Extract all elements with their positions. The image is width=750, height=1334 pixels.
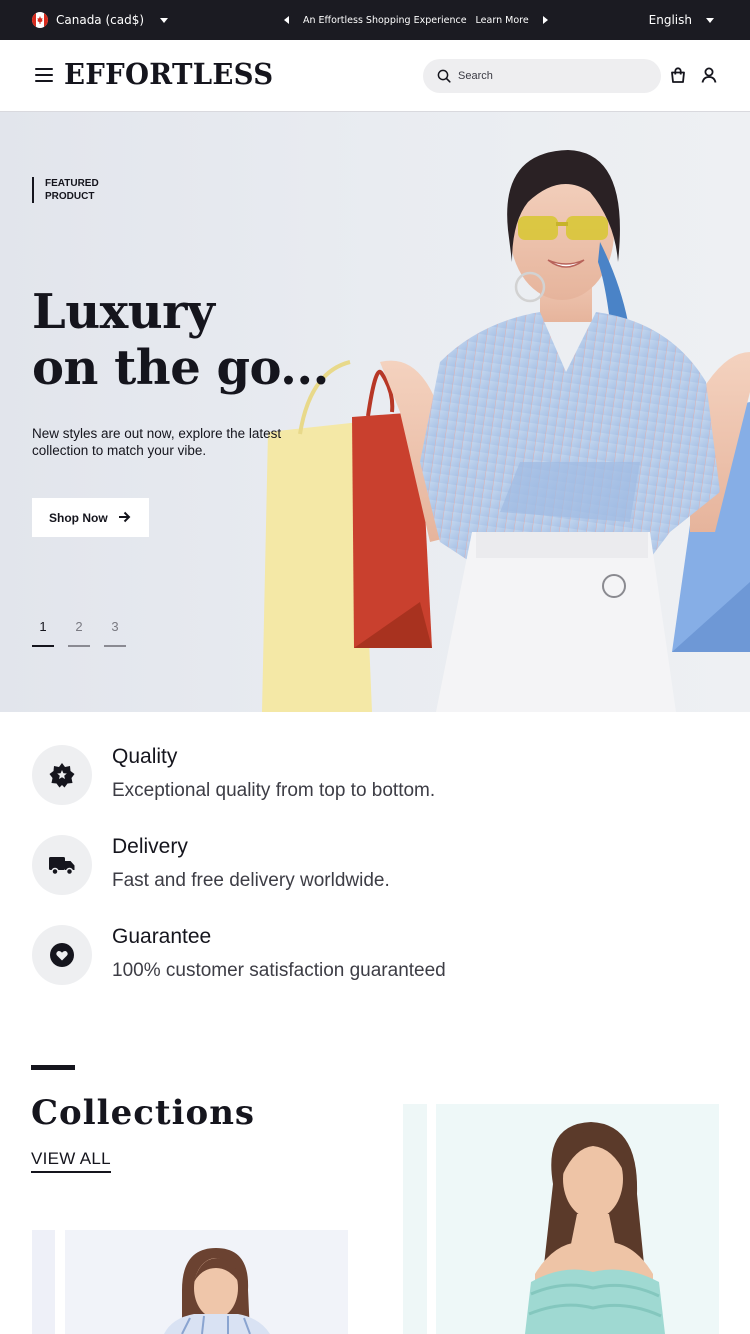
promo-prev-arrow-icon[interactable]	[284, 16, 289, 24]
hero-pagination: 1 2 3	[32, 619, 126, 647]
search-icon	[437, 69, 451, 83]
user-account-icon[interactable]	[700, 66, 718, 84]
shop-now-label: Shop Now	[49, 510, 108, 525]
hero-headline: Luxury on the go...	[32, 284, 329, 396]
chevron-down-icon	[160, 17, 169, 23]
feature-title: Delivery	[112, 835, 188, 858]
promo-next-arrow-icon[interactable]	[542, 16, 548, 24]
eyebrow-line-2: PRODUCT	[45, 191, 95, 202]
heart-shield-icon	[50, 943, 74, 967]
feature-description: Fast and free delivery worldwide.	[112, 870, 390, 891]
shop-now-button[interactable]: Shop Now	[32, 498, 149, 537]
feature-description: Exceptional quality from top to bottom.	[112, 780, 436, 801]
hero-page-1[interactable]: 1	[32, 619, 54, 647]
site-header: EFFORTLESS	[0, 40, 750, 112]
search-bar[interactable]	[423, 59, 661, 93]
hero-subtitle: New styles are out now, explore the late…	[32, 426, 282, 458]
feature-guarantee: Guarantee 100% customer satisfaction gua…	[32, 925, 722, 987]
promo-learn-more-link[interactable]: Learn More	[476, 15, 529, 26]
menu-icon[interactable]	[35, 68, 53, 83]
hero-banner: FEATURED PRODUCT Luxury on the go... New…	[0, 112, 750, 712]
truck-icon	[49, 857, 75, 876]
language-selector[interactable]: English	[649, 0, 714, 40]
eyebrow-line-1: FEATURED	[45, 178, 99, 189]
headline-line-2: on the go...	[32, 340, 329, 396]
hero-page-2[interactable]: 2	[68, 619, 90, 647]
feature-icon-circle	[32, 835, 92, 895]
promo-carousel: An Effortless Shopping Experience Learn …	[284, 0, 548, 40]
collections-title: Collections	[31, 1093, 256, 1133]
collection-image	[403, 1104, 719, 1334]
promo-text: An Effortless Shopping Experience	[303, 14, 467, 26]
headline-line-1: Luxury	[32, 284, 215, 340]
page-number: 2	[75, 619, 83, 634]
page-indicator-bar	[32, 645, 54, 647]
feature-title: Quality	[112, 745, 178, 768]
region-selector[interactable]: Canada (cad$)	[32, 0, 169, 40]
collection-image	[32, 1230, 348, 1334]
arrow-right-icon	[119, 511, 131, 523]
top-announcement-bar: Canada (cad$) An Effortless Shopping Exp…	[0, 0, 750, 40]
featured-product-eyebrow: FEATURED PRODUCT	[32, 177, 99, 203]
region-label: Canada (cad$)	[56, 13, 145, 27]
page-indicator-bar	[68, 645, 90, 647]
canada-flag-icon	[32, 12, 48, 28]
feature-description: 100% customer satisfaction guaranteed	[112, 960, 446, 981]
page-number: 1	[39, 619, 47, 634]
view-all-link[interactable]: VIEW ALL	[31, 1149, 111, 1173]
badge-star-icon	[49, 763, 75, 788]
page-indicator-bar	[104, 645, 126, 647]
shopping-bag-icon[interactable]	[669, 66, 687, 84]
feature-quality: Quality Exceptional quality from top to …	[32, 745, 722, 807]
feature-delivery: Delivery Fast and free delivery worldwid…	[32, 835, 722, 897]
chevron-down-icon	[706, 17, 714, 23]
hero-page-3[interactable]: 3	[104, 619, 126, 647]
feature-icon-circle	[32, 745, 92, 805]
search-input[interactable]	[458, 70, 638, 82]
collection-card[interactable]	[403, 1104, 719, 1334]
page-number: 3	[111, 619, 119, 634]
language-label: English	[648, 13, 692, 27]
collection-card[interactable]	[32, 1230, 348, 1334]
feature-title: Guarantee	[112, 925, 212, 948]
site-logo[interactable]: EFFORTLESS	[64, 57, 273, 91]
section-accent-rule	[31, 1065, 75, 1070]
feature-icon-circle	[32, 925, 92, 985]
